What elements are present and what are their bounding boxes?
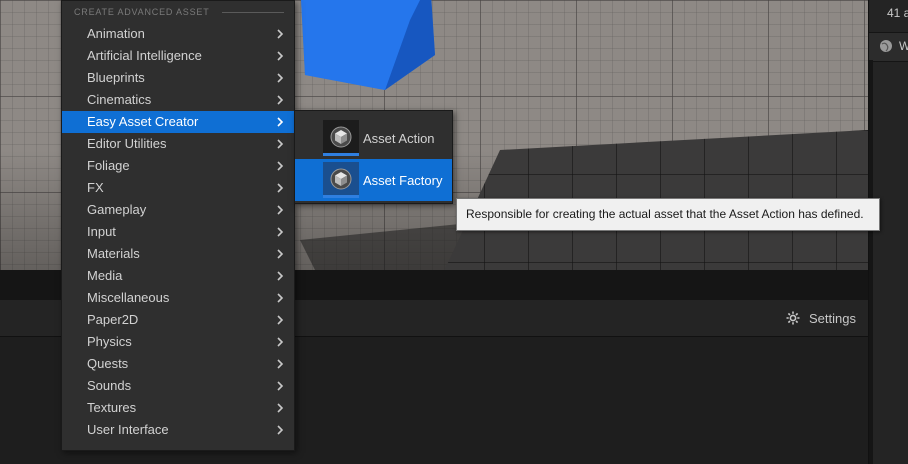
submenu-item-asset-action[interactable]: Asset Action <box>295 117 452 159</box>
menu-item-physics[interactable]: Physics <box>62 331 294 353</box>
easy-asset-creator-submenu: Asset Action Asset Factory <box>294 110 453 204</box>
menu-item-label: Quests <box>87 356 129 371</box>
submenu-item-label: Asset Factory <box>363 172 443 188</box>
chevron-right-icon <box>274 199 286 221</box>
chevron-right-icon <box>274 287 286 309</box>
menu-item-editor-utilities[interactable]: Editor Utilities <box>62 133 294 155</box>
chevron-right-icon <box>274 67 286 89</box>
chevron-right-icon <box>274 155 286 177</box>
actor-count: 41 a <box>887 6 908 20</box>
menu-item-label: Animation <box>87 26 145 41</box>
outliner-row[interactable]: W <box>869 32 908 62</box>
cube-asset-icon <box>323 162 359 198</box>
globe-icon <box>880 40 892 52</box>
chevron-right-icon <box>274 331 286 353</box>
menu-item-miscellaneous[interactable]: Miscellaneous <box>62 287 294 309</box>
outliner-panel: 41 a W <box>868 0 908 464</box>
menu-header-label: CREATE ADVANCED ASSET <box>74 7 210 17</box>
chevron-right-icon <box>274 221 286 243</box>
menu-list: Animation Artificial Intelligence Blueprin… <box>62 23 294 441</box>
menu-header-divider <box>221 11 284 13</box>
cube-asset-icon <box>323 120 359 156</box>
menu-item-easy-asset-creator[interactable]: Easy Asset Creator <box>62 111 294 133</box>
menu-item-label: Blueprints <box>87 70 145 85</box>
menu-item-label: Easy Asset Creator <box>87 114 199 129</box>
tooltip: Responsible for creating the actual asse… <box>456 198 880 231</box>
chevron-right-icon <box>274 419 286 441</box>
menu-item-blueprints[interactable]: Blueprints <box>62 67 294 89</box>
menu-item-label: Gameplay <box>87 202 147 217</box>
chevron-right-icon <box>274 243 286 265</box>
chevron-right-icon <box>274 397 286 419</box>
submenu-item-asset-factory[interactable]: Asset Factory <box>295 159 452 201</box>
menu-item-label: Miscellaneous <box>87 290 170 305</box>
menu-item-media[interactable]: Media <box>62 265 294 287</box>
menu-item-textures[interactable]: Textures <box>62 397 294 419</box>
menu-item-label: Sounds <box>87 378 132 393</box>
menu-item-label: Editor Utilities <box>87 136 167 151</box>
chevron-right-icon <box>274 89 286 111</box>
chevron-right-icon <box>274 177 286 199</box>
menu-item-quests[interactable]: Quests <box>62 353 294 375</box>
settings-label: Settings <box>809 310 856 326</box>
menu-item-gameplay[interactable]: Gameplay <box>62 199 294 221</box>
create-advanced-asset-menu: CREATE ADVANCED ASSET Animation Artificia… <box>61 0 295 451</box>
chevron-right-icon <box>274 133 286 155</box>
chevron-right-icon <box>274 309 286 331</box>
outliner-row-label: W <box>899 39 908 53</box>
menu-item-cinematics[interactable]: Cinematics <box>62 89 294 111</box>
submenu-item-label: Asset Action <box>363 130 435 146</box>
chevron-right-icon <box>274 111 286 133</box>
menu-item-label: User Interface <box>87 422 169 437</box>
menu-item-fx[interactable]: FX <box>62 177 294 199</box>
chevron-right-icon <box>274 353 286 375</box>
menu-item-label: Paper2D <box>87 312 139 327</box>
menu-item-artificial-intelligence[interactable]: Artificial Intelligence <box>62 45 294 67</box>
menu-item-label: Materials <box>87 246 140 261</box>
settings-button[interactable]: Settings <box>785 308 856 328</box>
menu-item-label: Artificial Intelligence <box>87 48 202 63</box>
menu-item-label: Physics <box>87 334 132 349</box>
menu-item-foliage[interactable]: Foliage <box>62 155 294 177</box>
chevron-right-icon <box>274 375 286 397</box>
panel-divider <box>869 60 873 464</box>
blue-cube-mesh <box>301 0 435 90</box>
menu-item-label: Textures <box>87 400 137 415</box>
menu-item-label: Foliage <box>87 158 130 173</box>
chevron-right-icon <box>274 265 286 287</box>
chevron-right-icon <box>274 45 286 67</box>
menu-item-label: FX <box>87 180 104 195</box>
menu-item-label: Input <box>87 224 116 239</box>
menu-item-label: Media <box>87 268 123 283</box>
menu-item-input[interactable]: Input <box>62 221 294 243</box>
menu-item-label: Cinematics <box>87 92 152 107</box>
menu-item-paper2d[interactable]: Paper2D <box>62 309 294 331</box>
chevron-right-icon <box>274 23 286 45</box>
menu-item-materials[interactable]: Materials <box>62 243 294 265</box>
gear-icon <box>786 311 800 325</box>
menu-item-sounds[interactable]: Sounds <box>62 375 294 397</box>
menu-item-animation[interactable]: Animation <box>62 23 294 45</box>
menu-section-header: CREATE ADVANCED ASSET <box>74 5 284 19</box>
menu-item-user-interface[interactable]: User Interface <box>62 419 294 441</box>
